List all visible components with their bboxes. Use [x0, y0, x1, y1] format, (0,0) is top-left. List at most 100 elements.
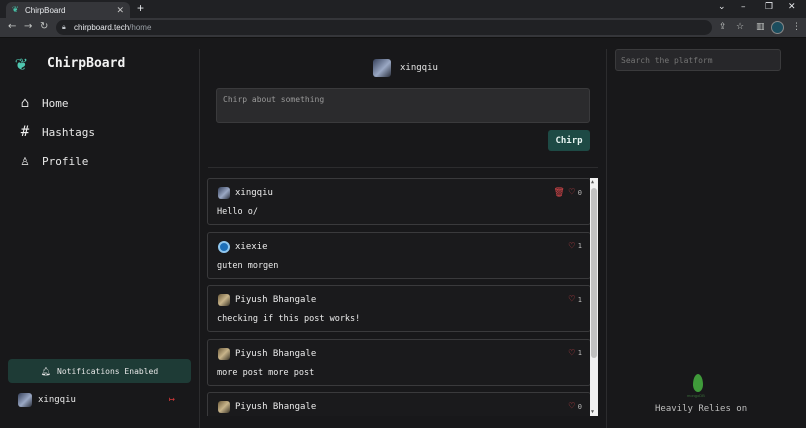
post-text: guten morgen — [217, 260, 279, 271]
composer-user: xingqiu — [373, 59, 438, 77]
current-user[interactable]: xingqiu — [18, 393, 76, 407]
window-close-icon[interactable]: ✕ — [788, 2, 796, 12]
left-divider — [199, 49, 200, 428]
chirpboard-favicon-icon: ❦ — [12, 5, 19, 14]
like-count: 0 — [577, 188, 582, 197]
heart-icon[interactable]: ♡ — [569, 241, 575, 252]
browser-tab[interactable]: ❦ ChirpBoard ✕ — [6, 2, 130, 18]
chirp-input[interactable]: Chirp about something — [216, 88, 590, 123]
post-header: xiexie — [218, 240, 268, 253]
menu-item-label: Profile — [42, 154, 89, 168]
current-user-name: xingqiu — [38, 395, 76, 405]
post-author[interactable]: Piyush Bhangale — [235, 295, 316, 305]
composer-user-name: xingqiu — [400, 63, 438, 73]
new-tab-button[interactable]: + — [137, 1, 144, 15]
post-header: Piyush Bhangale — [218, 401, 316, 413]
avatar — [373, 59, 391, 77]
post-text: more post more post — [217, 367, 315, 378]
brand[interactable]: ❦ ChirpBoard — [15, 53, 125, 73]
avatar — [218, 187, 230, 199]
footer-text: Heavily Relies on — [655, 404, 748, 414]
heart-icon[interactable]: ♡ — [569, 401, 575, 412]
brand-name: ChirpBoard — [47, 55, 126, 71]
post-author[interactable]: Piyush Bhangale — [235, 402, 316, 412]
tab-search-icon[interactable]: ⌄ — [718, 2, 726, 12]
post-card[interactable]: Piyush Bhangale ♡ 0 — [207, 392, 591, 416]
like-count: 1 — [577, 295, 582, 304]
menu-item-profile[interactable]: ♙ Profile — [17, 153, 89, 169]
mongodb-logo-text: mongoDB — [687, 393, 705, 398]
menu-item-home[interactable]: ⌂ Home — [17, 95, 69, 111]
post-text: checking if this post works! — [217, 314, 361, 324]
feed: xingqiu 🗑︎ ♡ 0 Hello o/ xiexie ♡ 1 guten… — [207, 178, 591, 416]
like-count: 0 — [577, 402, 582, 411]
post-header: xingqiu — [218, 187, 273, 199]
tab-title: ChirpBoard — [25, 5, 66, 15]
avatar — [218, 240, 230, 253]
home-icon: ⌂ — [20, 95, 30, 111]
address-bar-row: ← → ↻ 🔒︎ chirpboard.tech/home ⇪ ☆ ▥ ⋮ — [0, 18, 806, 38]
post-actions: ♡ 1 — [569, 348, 582, 359]
heart-icon[interactable]: ♡ — [569, 348, 575, 359]
post-card[interactable]: xiexie ♡ 1 guten morgen — [207, 231, 591, 279]
feed-scrollbar[interactable]: ▲ ▼ — [590, 178, 598, 416]
tab-close-icon[interactable]: ✕ — [116, 5, 124, 16]
post-author[interactable]: Piyush Bhangale — [235, 349, 316, 359]
post-actions: ♡ 1 — [569, 241, 582, 252]
chirpboard-logo-icon: ❦ — [15, 51, 28, 75]
menu-item-hashtags[interactable]: # Hashtags — [17, 124, 95, 140]
avatar — [218, 347, 230, 360]
side-panel-icon[interactable]: ▥ — [756, 22, 765, 32]
avatar — [218, 294, 230, 306]
back-icon[interactable]: ← — [8, 21, 16, 32]
like-count: 1 — [577, 349, 582, 357]
url-field[interactable]: 🔒︎ chirpboard.tech/home — [56, 20, 712, 35]
url-path: /home — [129, 23, 152, 32]
post-actions: ♡ 0 — [569, 401, 582, 412]
post-author[interactable]: xiexie — [235, 242, 268, 252]
scroll-up-icon[interactable]: ▲ — [591, 179, 594, 185]
notifications-label: Notifications Enabled — [57, 366, 159, 376]
trash-icon[interactable]: 🗑︎ — [553, 188, 564, 198]
post-text: Hello o/ — [217, 207, 258, 217]
post-author[interactable]: xingqiu — [235, 188, 273, 198]
post-actions: ♡ 1 — [569, 294, 582, 305]
chirp-button[interactable]: Chirp — [548, 130, 590, 151]
avatar — [18, 393, 32, 407]
post-actions: 🗑︎ ♡ 0 — [553, 187, 582, 198]
post-header: Piyush Bhangale — [218, 347, 316, 360]
mongodb-leaf-icon — [693, 374, 703, 392]
forward-icon[interactable]: → — [24, 21, 32, 32]
avatar — [218, 401, 230, 413]
like-count: 1 — [577, 242, 582, 250]
post-card[interactable]: Piyush Bhangale ♡ 1 more post more post — [207, 338, 591, 386]
heart-icon[interactable]: ♡ — [569, 294, 575, 305]
feed-divider — [208, 167, 598, 168]
user-icon: ♙ — [20, 153, 30, 169]
app-root: ❦ ChirpBoard ⌂ Home # Hashtags ♙ Profile… — [0, 39, 806, 428]
browser-tab-bar: ❦ ChirpBoard ✕ + ⌄ – ❐ ✕ — [0, 0, 806, 18]
scroll-thumb[interactable] — [591, 188, 597, 358]
menu-item-label: Hashtags — [42, 125, 95, 139]
menu-item-label: Home — [42, 96, 69, 110]
post-header: Piyush Bhangale — [218, 294, 316, 306]
reload-icon[interactable]: ↻ — [40, 21, 48, 32]
search-input[interactable] — [615, 49, 781, 71]
post-card[interactable]: xingqiu 🗑︎ ♡ 0 Hello o/ — [207, 178, 591, 225]
bell-icon: 🔔︎ — [40, 366, 51, 376]
restore-icon[interactable]: ❐ — [765, 2, 773, 12]
profile-avatar-icon[interactable] — [771, 21, 784, 34]
browser-menu-icon[interactable]: ⋮ — [792, 22, 801, 32]
bookmark-star-icon[interactable]: ☆ — [736, 22, 744, 32]
scroll-down-icon[interactable]: ▼ — [591, 409, 594, 415]
share-icon[interactable]: ⇪ — [719, 22, 727, 32]
hashtag-icon: # — [20, 124, 30, 140]
url-domain: chirpboard.tech — [74, 23, 130, 32]
logout-icon[interactable]: ↦ — [169, 394, 175, 405]
post-card[interactable]: Piyush Bhangale ♡ 1 checking if this pos… — [207, 285, 591, 332]
heart-icon[interactable]: ♡ — [569, 187, 575, 198]
minimize-icon[interactable]: – — [741, 2, 746, 12]
notifications-button[interactable]: 🔔︎ Notifications Enabled — [8, 359, 191, 383]
lock-icon: 🔒︎ — [62, 24, 66, 31]
right-divider — [606, 49, 607, 428]
